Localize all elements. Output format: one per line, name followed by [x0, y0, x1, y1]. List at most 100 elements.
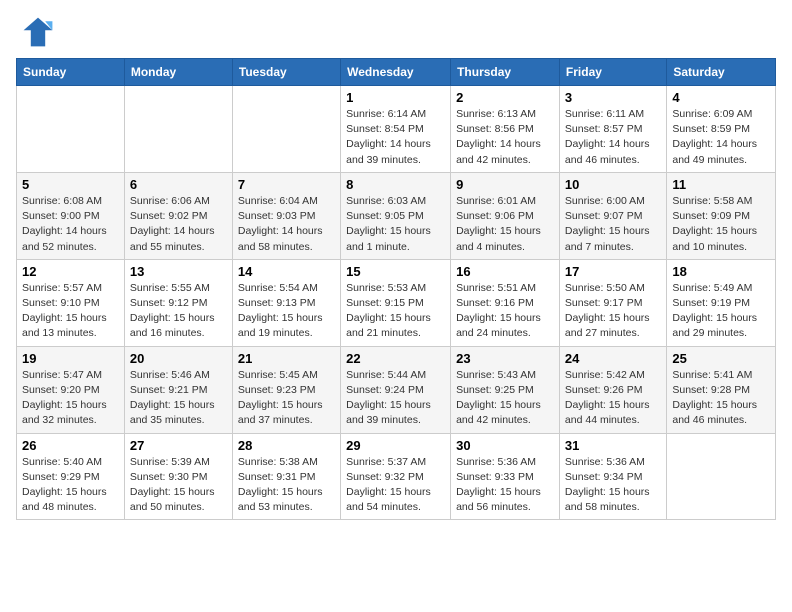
daylight-text: Daylight: 15 hours and 58 minutes. — [565, 486, 650, 513]
daylight-text: Daylight: 15 hours and 56 minutes. — [456, 486, 541, 513]
sunset-text: Sunset: 8:57 PM — [565, 123, 643, 135]
daylight-text: Daylight: 15 hours and 35 minutes. — [130, 399, 215, 426]
sunrise-text: Sunrise: 5:42 AM — [565, 369, 645, 381]
calendar-cell: 18Sunrise: 5:49 AMSunset: 9:19 PMDayligh… — [667, 259, 776, 346]
sunrise-text: Sunrise: 5:36 AM — [565, 456, 645, 468]
day-info: Sunrise: 5:53 AMSunset: 9:15 PMDaylight:… — [346, 281, 445, 342]
sunset-text: Sunset: 9:16 PM — [456, 297, 534, 309]
calendar-cell: 4Sunrise: 6:09 AMSunset: 8:59 PMDaylight… — [667, 86, 776, 173]
day-number: 25 — [672, 351, 770, 366]
calendar-cell: 16Sunrise: 5:51 AMSunset: 9:16 PMDayligh… — [451, 259, 560, 346]
daylight-text: Daylight: 14 hours and 49 minutes. — [672, 138, 757, 165]
daylight-text: Daylight: 15 hours and 32 minutes. — [22, 399, 107, 426]
daylight-text: Daylight: 15 hours and 54 minutes. — [346, 486, 431, 513]
day-info: Sunrise: 5:39 AMSunset: 9:30 PMDaylight:… — [130, 455, 227, 516]
logo-icon — [20, 14, 56, 50]
daylight-text: Daylight: 15 hours and 53 minutes. — [238, 486, 323, 513]
sunrise-text: Sunrise: 6:04 AM — [238, 195, 318, 207]
day-info: Sunrise: 6:13 AMSunset: 8:56 PMDaylight:… — [456, 107, 554, 168]
sunset-text: Sunset: 9:33 PM — [456, 471, 534, 483]
sunrise-text: Sunrise: 6:09 AM — [672, 108, 752, 120]
sunrise-text: Sunrise: 5:37 AM — [346, 456, 426, 468]
calendar-table: SundayMondayTuesdayWednesdayThursdayFrid… — [16, 58, 776, 520]
day-info: Sunrise: 6:11 AMSunset: 8:57 PMDaylight:… — [565, 107, 661, 168]
daylight-text: Daylight: 15 hours and 50 minutes. — [130, 486, 215, 513]
calendar-cell: 14Sunrise: 5:54 AMSunset: 9:13 PMDayligh… — [232, 259, 340, 346]
daylight-text: Daylight: 15 hours and 42 minutes. — [456, 399, 541, 426]
sunrise-text: Sunrise: 5:46 AM — [130, 369, 210, 381]
calendar-cell: 26Sunrise: 5:40 AMSunset: 9:29 PMDayligh… — [17, 433, 125, 520]
calendar-cell: 19Sunrise: 5:47 AMSunset: 9:20 PMDayligh… — [17, 346, 125, 433]
daylight-text: Daylight: 15 hours and 16 minutes. — [130, 312, 215, 339]
calendar-week-1: 1Sunrise: 6:14 AMSunset: 8:54 PMDaylight… — [17, 86, 776, 173]
calendar-cell — [667, 433, 776, 520]
daylight-text: Daylight: 15 hours and 29 minutes. — [672, 312, 757, 339]
sunrise-text: Sunrise: 5:55 AM — [130, 282, 210, 294]
calendar-cell: 3 Sunrise: 6:11 AMSunset: 8:57 PMDaylight… — [559, 86, 666, 173]
day-info: Sunrise: 6:14 AMSunset: 8:54 PMDaylight:… — [346, 107, 445, 168]
day-number: 3 — [565, 90, 661, 105]
daylight-text: Daylight: 14 hours and 42 minutes. — [456, 138, 541, 165]
calendar-week-3: 12Sunrise: 5:57 AMSunset: 9:10 PMDayligh… — [17, 259, 776, 346]
calendar-cell: 24 Sunrise: 5:42 AMSunset: 9:26 PMDayligh… — [559, 346, 666, 433]
day-number: 24 — [565, 351, 661, 366]
calendar-header-row: SundayMondayTuesdayWednesdayThursdayFrid… — [17, 59, 776, 86]
sunrise-text: Sunrise: 5:40 AM — [22, 456, 102, 468]
daylight-text: Daylight: 15 hours and 21 minutes. — [346, 312, 431, 339]
calendar-cell: 27Sunrise: 5:39 AMSunset: 9:30 PMDayligh… — [124, 433, 232, 520]
sunrise-text: Sunrise: 5:54 AM — [238, 282, 318, 294]
calendar-cell: 13Sunrise: 5:55 AMSunset: 9:12 PMDayligh… — [124, 259, 232, 346]
daylight-text: Daylight: 15 hours and 7 minutes. — [565, 225, 650, 252]
calendar-cell — [124, 86, 232, 173]
sunrise-text: Sunrise: 6:13 AM — [456, 108, 536, 120]
calendar-cell: 17Sunrise: 5:50 AMSunset: 9:17 PMDayligh… — [559, 259, 666, 346]
daylight-text: Daylight: 15 hours and 13 minutes. — [22, 312, 107, 339]
day-number: 20 — [130, 351, 227, 366]
sunset-text: Sunset: 9:13 PM — [238, 297, 316, 309]
daylight-text: Daylight: 15 hours and 39 minutes. — [346, 399, 431, 426]
day-info: Sunrise: 6:01 AMSunset: 9:06 PMDaylight:… — [456, 194, 554, 255]
day-info: Sunrise: 5:42 AMSunset: 9:26 PMDaylight:… — [565, 368, 661, 429]
sunrise-text: Sunrise: 5:41 AM — [672, 369, 752, 381]
calendar-week-2: 5Sunrise: 6:08 AMSunset: 9:00 PMDaylight… — [17, 172, 776, 259]
day-info: Sunrise: 5:49 AMSunset: 9:19 PMDaylight:… — [672, 281, 770, 342]
calendar-cell: 25 Sunrise: 5:41 AMSunset: 9:28 PMDayligh… — [667, 346, 776, 433]
sunset-text: Sunset: 9:03 PM — [238, 210, 316, 222]
sunrise-text: Sunrise: 5:49 AM — [672, 282, 752, 294]
sunrise-text: Sunrise: 5:47 AM — [22, 369, 102, 381]
sunset-text: Sunset: 9:12 PM — [130, 297, 208, 309]
col-header-saturday: Saturday — [667, 59, 776, 86]
sunrise-text: Sunrise: 5:50 AM — [565, 282, 645, 294]
day-info: Sunrise: 6:09 AMSunset: 8:59 PMDaylight:… — [672, 107, 770, 168]
day-info: Sunrise: 5:41 AMSunset: 9:28 PMDaylight:… — [672, 368, 770, 429]
calendar-cell: 8Sunrise: 6:03 AMSunset: 9:05 PMDaylight… — [341, 172, 451, 259]
sunset-text: Sunset: 9:00 PM — [22, 210, 100, 222]
sunset-text: Sunset: 9:09 PM — [672, 210, 750, 222]
sunset-text: Sunset: 9:06 PM — [456, 210, 534, 222]
sunset-text: Sunset: 9:02 PM — [130, 210, 208, 222]
sunrise-text: Sunrise: 5:51 AM — [456, 282, 536, 294]
day-info: Sunrise: 5:40 AMSunset: 9:29 PMDaylight:… — [22, 455, 119, 516]
day-number: 14 — [238, 264, 335, 279]
sunset-text: Sunset: 9:31 PM — [238, 471, 316, 483]
day-info: Sunrise: 5:51 AM Sunset: 9:16 PM Daylight:… — [456, 281, 554, 342]
daylight-text: Daylight: 15 hours and 44 minutes. — [565, 399, 650, 426]
day-number: 30 — [456, 438, 554, 453]
sunset-text: Sunset: 9:25 PM — [456, 384, 534, 396]
day-number: 28 — [238, 438, 335, 453]
day-info: Sunrise: 5:46 AMSunset: 9:21 PMDaylight:… — [130, 368, 227, 429]
sunset-text: Sunset: 9:17 PM — [565, 297, 643, 309]
col-header-wednesday: Wednesday — [341, 59, 451, 86]
daylight-text: Daylight: 15 hours and 24 minutes. — [456, 312, 541, 339]
sunrise-text: Sunrise: 6:14 AM — [346, 108, 426, 120]
calendar-week-4: 19Sunrise: 5:47 AMSunset: 9:20 PMDayligh… — [17, 346, 776, 433]
day-number: 2 — [456, 90, 554, 105]
sunset-text: Sunset: 9:24 PM — [346, 384, 424, 396]
daylight-text: Daylight: 15 hours and 37 minutes. — [238, 399, 323, 426]
daylight-text: Daylight: 15 hours and 1 minute. — [346, 225, 431, 252]
day-number: 17 — [565, 264, 661, 279]
day-info: Sunrise: 6:06 AMSunset: 9:02 PMDaylight:… — [130, 194, 227, 255]
calendar-cell: 7Sunrise: 6:04 AMSunset: 9:03 PMDaylight… — [232, 172, 340, 259]
sunrise-text: Sunrise: 5:45 AM — [238, 369, 318, 381]
day-info: Sunrise: 5:45 AMSunset: 9:23 PMDaylight:… — [238, 368, 335, 429]
